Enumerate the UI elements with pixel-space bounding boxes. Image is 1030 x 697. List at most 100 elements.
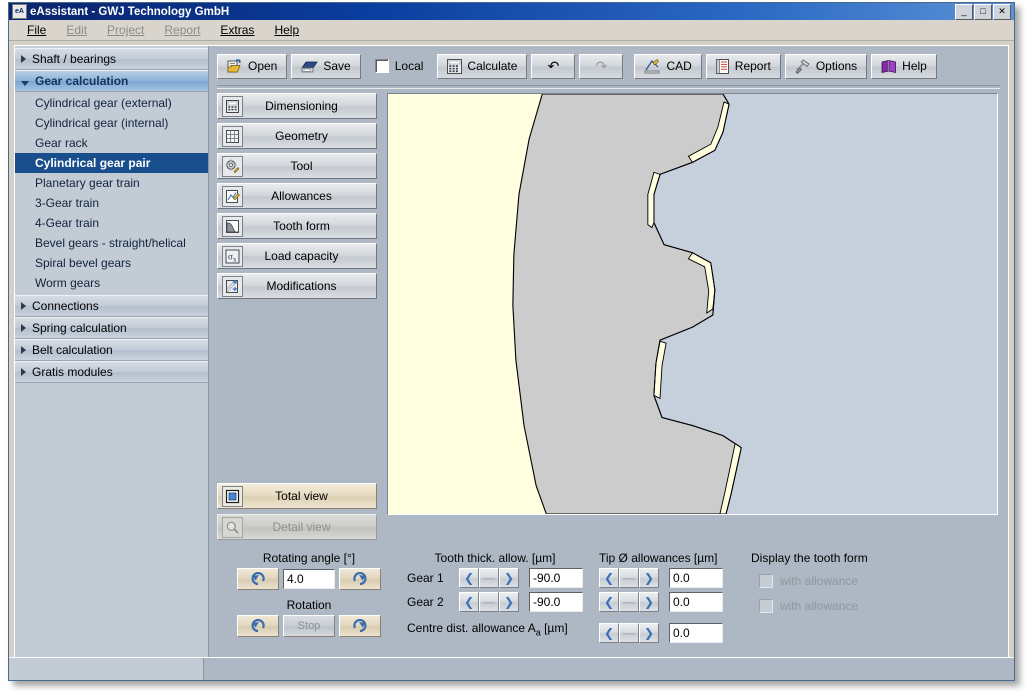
detail-view-button[interactable]: Detail view bbox=[217, 514, 377, 540]
maximize-button[interactable]: □ bbox=[974, 4, 992, 20]
sidebar-group-belt-calculation[interactable]: Belt calculation bbox=[15, 339, 208, 361]
tip2-input[interactable] bbox=[669, 592, 723, 612]
geometry-button[interactable]: Geometry bbox=[217, 123, 377, 149]
tooth-form-button[interactable]: Tooth form bbox=[217, 213, 377, 239]
tool-button[interactable]: Tool bbox=[217, 153, 377, 179]
save-button-label: Save bbox=[323, 59, 350, 73]
sidebar-item-cylindrical-gear-pair[interactable]: Cylindrical gear pair bbox=[15, 153, 208, 173]
gear1-thickness-decrement[interactable]: ❮ bbox=[459, 568, 479, 588]
gear2-thickness-reset[interactable]: — bbox=[479, 592, 499, 612]
local-checkbox-group[interactable]: Local bbox=[365, 59, 434, 73]
redo-button[interactable]: ↷ bbox=[579, 54, 623, 79]
tip1-increment[interactable]: ❯ bbox=[639, 568, 659, 588]
sidebar-item-spiral-bevel-gears[interactable]: Spiral bevel gears bbox=[15, 253, 208, 273]
total-view-button[interactable]: Total view bbox=[217, 483, 377, 509]
menu-file[interactable]: File bbox=[17, 21, 56, 39]
with-allowance-option-2[interactable]: with allowance bbox=[751, 599, 868, 613]
status-cell-left bbox=[9, 658, 204, 680]
menu-project[interactable]: Project bbox=[97, 21, 154, 39]
rotation-title: Rotation bbox=[229, 598, 389, 612]
status-bar bbox=[9, 657, 1014, 680]
sidebar-item-cylindrical-gear-internal[interactable]: Cylindrical gear (internal) bbox=[15, 113, 208, 133]
menu-help[interactable]: Help bbox=[264, 21, 309, 39]
save-button[interactable]: Save bbox=[291, 54, 360, 79]
calculate-button[interactable]: Calculate bbox=[437, 54, 527, 79]
with-allowance-checkbox-2[interactable] bbox=[759, 599, 773, 613]
open-button[interactable]: Open bbox=[217, 54, 287, 79]
sidebar-group-gear-calculation-label: Gear calculation bbox=[35, 74, 128, 88]
sidebar-group-gear-calculation[interactable]: Gear calculation bbox=[15, 70, 208, 92]
tip-allowance-row-1: ❮ — ❯ bbox=[599, 568, 723, 588]
undo-button[interactable]: ↶ bbox=[531, 54, 575, 79]
tip2-reset[interactable]: — bbox=[619, 592, 639, 612]
centre-distance-decrement[interactable]: ❮ bbox=[599, 623, 619, 643]
tooth-form-graphic[interactable] bbox=[387, 93, 998, 515]
sidebar-group-connections[interactable]: Connections bbox=[15, 295, 208, 317]
rotate-cw-button[interactable] bbox=[339, 568, 381, 590]
content-area: Dimensioning Geometr bbox=[209, 89, 1008, 545]
rotation-stop-button[interactable]: Stop bbox=[283, 615, 335, 637]
app-icon: eA bbox=[12, 4, 27, 19]
dimensioning-button[interactable]: Dimensioning bbox=[217, 93, 377, 119]
sidebar-group-spring-calculation[interactable]: Spring calculation bbox=[15, 317, 208, 339]
application-window: eA eAssistant - GWJ Technology GmbH _ □ … bbox=[8, 2, 1015, 681]
tooth-form-drawing bbox=[388, 94, 997, 514]
local-checkbox[interactable] bbox=[375, 59, 389, 73]
report-button[interactable]: Report bbox=[706, 54, 781, 79]
rotate-cw-icon bbox=[351, 572, 369, 586]
sidebar-item-cylindrical-gear-external[interactable]: Cylindrical gear (external) bbox=[15, 93, 208, 113]
sidebar-item-4-gear-train[interactable]: 4-Gear train bbox=[15, 213, 208, 233]
gear2-thickness-increment[interactable]: ❯ bbox=[499, 592, 519, 612]
menu-extras[interactable]: Extras bbox=[210, 21, 264, 39]
with-allowance-checkbox-1[interactable] bbox=[759, 574, 773, 588]
rotation-cw-button[interactable] bbox=[339, 615, 381, 637]
centre-distance-input[interactable] bbox=[669, 623, 723, 643]
sidebar-item-gear-rack[interactable]: Gear rack bbox=[15, 133, 208, 153]
tooth-thickness-title: Tooth thick. allow. [µm] bbox=[407, 551, 583, 565]
sidebar-item-planetary-gear-train[interactable]: Planetary gear train bbox=[15, 173, 208, 193]
with-allowance-option-1[interactable]: with allowance bbox=[751, 574, 868, 588]
centre-distance-increment[interactable]: ❯ bbox=[639, 623, 659, 643]
menu-project-label: Project bbox=[107, 23, 144, 37]
gear1-thickness-input[interactable] bbox=[529, 568, 583, 588]
menu-edit-label: Edit bbox=[66, 23, 87, 37]
tip1-decrement[interactable]: ❮ bbox=[599, 568, 619, 588]
chevron-right-icon bbox=[21, 302, 26, 310]
chart-pen-icon bbox=[222, 186, 243, 207]
tip1-reset[interactable]: — bbox=[619, 568, 639, 588]
tip2-decrement[interactable]: ❮ bbox=[599, 592, 619, 612]
cad-button-label: CAD bbox=[666, 59, 691, 73]
menu-help-label: Help bbox=[274, 23, 299, 37]
help-button[interactable]: Help bbox=[871, 54, 937, 79]
load-capacity-button[interactable]: σ x Load capacity bbox=[217, 243, 377, 269]
centre-distance-reset[interactable]: — bbox=[619, 623, 639, 643]
sidebar-group-shaft-bearings[interactable]: Shaft / bearings bbox=[15, 48, 208, 70]
allowances-button[interactable]: Allowances bbox=[217, 183, 377, 209]
options-button[interactable]: Options bbox=[785, 54, 867, 79]
menu-edit[interactable]: Edit bbox=[56, 21, 97, 39]
menu-report[interactable]: Report bbox=[154, 21, 210, 39]
modifications-button[interactable]: Modifications bbox=[217, 273, 377, 299]
sidebar-item-bevel-gears-straight-helical[interactable]: Bevel gears - straight/helical bbox=[15, 233, 208, 253]
menu-bar: File Edit Project Report Extras Help bbox=[9, 20, 1014, 41]
report-button-label: Report bbox=[735, 59, 771, 73]
gear2-thickness-decrement[interactable]: ❮ bbox=[459, 592, 479, 612]
rotate-ccw-button[interactable] bbox=[237, 568, 279, 590]
sidebar-group-gratis-modules[interactable]: Gratis modules bbox=[15, 361, 208, 383]
dimensioning-button-label: Dimensioning bbox=[243, 99, 376, 113]
gear1-thickness-reset[interactable]: — bbox=[479, 568, 499, 588]
tip1-input[interactable] bbox=[669, 568, 723, 588]
minimize-button[interactable]: _ bbox=[955, 4, 973, 20]
sidebar-item-3-gear-train[interactable]: 3-Gear train bbox=[15, 193, 208, 213]
gear1-thickness-increment[interactable]: ❯ bbox=[499, 568, 519, 588]
tip2-increment[interactable]: ❯ bbox=[639, 592, 659, 612]
rotating-angle-input[interactable] bbox=[283, 569, 335, 589]
chevron-down-icon bbox=[21, 81, 29, 86]
gear2-thickness-input[interactable] bbox=[529, 592, 583, 612]
sidebar-item-worm-gears[interactable]: Worm gears bbox=[15, 273, 208, 293]
rotation-ccw-button[interactable] bbox=[237, 615, 279, 637]
close-button[interactable]: ✕ bbox=[993, 4, 1011, 20]
centre-distance-spinner: ❮ — ❯ bbox=[599, 623, 659, 643]
cad-button[interactable]: CAD bbox=[634, 54, 701, 79]
gear1-label: Gear 1 bbox=[407, 571, 455, 585]
